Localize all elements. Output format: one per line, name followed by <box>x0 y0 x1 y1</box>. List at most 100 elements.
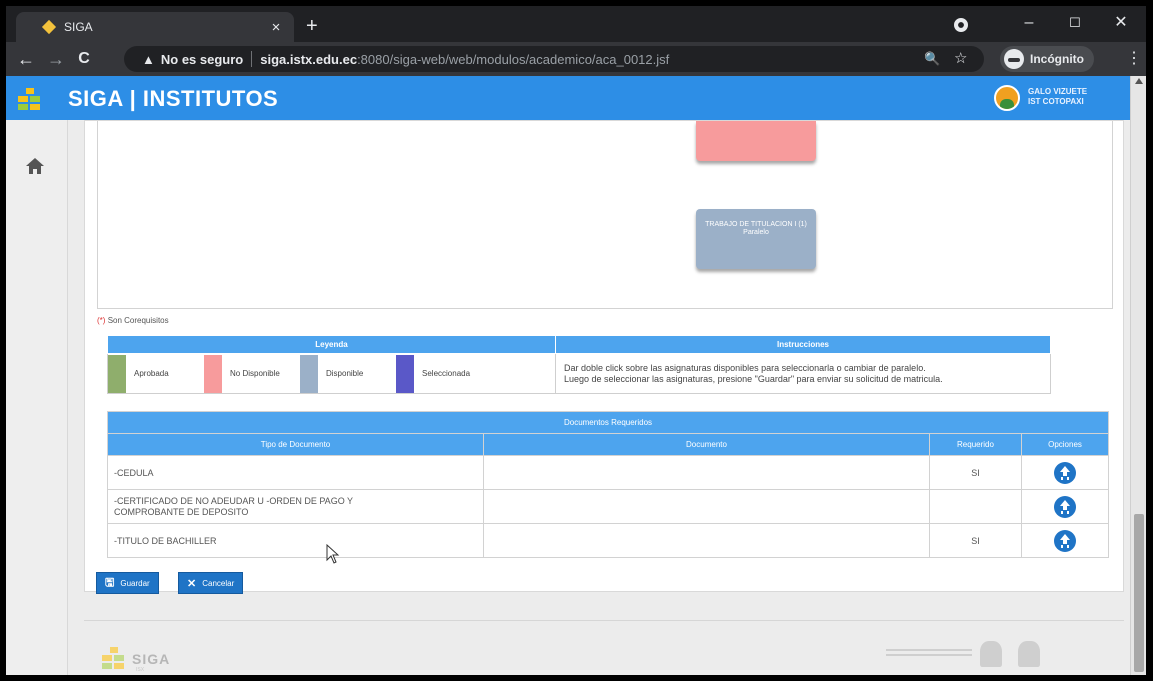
upload-icon[interactable] <box>1054 529 1076 552</box>
side-nav <box>6 120 68 675</box>
favicon-icon <box>41 19 57 35</box>
footer-logo-icon <box>102 647 126 669</box>
reload-button[interactable]: C <box>72 47 96 71</box>
prerequisite-text: Son Corequisitos <box>107 316 169 325</box>
document-type-text: -CERTIFICADO DE NO ADEUDAR U -ORDEN DE P… <box>114 495 353 517</box>
instructions-line-1: Dar doble click sobre las asignaturas di… <box>564 362 926 373</box>
curriculum-mesh: TRABAJO DE TITULACION I (1) Paralelo <box>97 121 1113 309</box>
siga-logo-icon[interactable] <box>18 88 42 110</box>
incognito-label: Incógnito <box>1030 52 1084 66</box>
options-cell <box>1021 523 1109 558</box>
mouse-cursor-icon <box>326 544 340 564</box>
legend-swatch <box>300 354 318 393</box>
document-file <box>483 489 930 524</box>
subject-box-available[interactable]: TRABAJO DE TITULACION I (1) Paralelo <box>696 209 816 269</box>
column-header: Documento <box>483 433 930 456</box>
user-org: IST COTOPAXI <box>1028 97 1084 106</box>
legend-header: Leyenda <box>107 335 556 354</box>
close-window-button[interactable]: ✕ <box>1104 10 1138 36</box>
app-title: SIGA | INSTITUTOS <box>68 86 279 111</box>
document-type: -CEDULA <box>107 455 484 490</box>
footer-brand-sub: ISX <box>136 667 145 673</box>
browser-menu-icon[interactable]: ⋮ <box>1126 46 1142 72</box>
upload-icon[interactable] <box>1054 461 1076 484</box>
address-bar[interactable]: ▲ No es seguro siga.istx.edu.ec :8080/si… <box>124 46 984 72</box>
coat-of-arms-icon <box>980 641 1002 667</box>
legend-table: Leyenda Instrucciones Aprobada No Disponi… <box>107 335 1051 394</box>
bookmark-star-icon[interactable]: ☆ <box>954 46 967 72</box>
incognito-badge[interactable]: Incógnito <box>1000 46 1094 72</box>
document-required: SI <box>929 455 1022 490</box>
prerequisite-note: (*) Son Corequisitos <box>97 316 169 325</box>
browser-tab[interactable]: SIGA × <box>16 12 294 42</box>
main-content: TRABAJO DE TITULACION I (1) Paralelo (*)… <box>68 120 1130 675</box>
options-cell <box>1021 489 1109 524</box>
legend-cell: Aprobada No Disponible Disponible Seleccion… <box>107 353 556 394</box>
save-icon: 🖫 <box>105 576 115 589</box>
tab-strip: SIGA × + – ☐ ✕ <box>6 6 1146 42</box>
profile-indicator-icon[interactable] <box>954 18 968 32</box>
save-label: Guardar <box>120 578 150 588</box>
options-cell <box>1021 455 1109 490</box>
document-file <box>483 523 930 558</box>
page-footer: SIGA ISX <box>84 620 1124 675</box>
app-header: SIGA | INSTITUTOS GALO VIZUETE IST COTOP… <box>6 76 1146 120</box>
browser-window: SIGA × + – ☐ ✕ ← → C ▲ No es seguro siga… <box>6 6 1146 675</box>
column-header: Tipo de Documento <box>107 433 484 456</box>
document-file <box>483 455 930 490</box>
browser-toolbar: ← → C ▲ No es seguro siga.istx.edu.ec :8… <box>6 42 1146 76</box>
save-button[interactable]: 🖫 Guardar <box>96 572 159 594</box>
scroll-up-icon[interactable] <box>1135 78 1143 84</box>
zoom-icon[interactable]: 🔍 <box>924 46 940 72</box>
instructions-text: Dar doble click sobre las asignaturas di… <box>555 353 1051 394</box>
prerequisite-marker: (*) <box>97 316 106 325</box>
legend-swatch <box>108 354 126 393</box>
minimize-button[interactable]: – <box>1012 10 1046 36</box>
document-type: -CERTIFICADO DE NO ADEUDAR U -ORDEN DE P… <box>107 489 484 524</box>
incognito-icon <box>1004 49 1024 69</box>
cancel-button[interactable]: ✕ Cancelar <box>178 572 244 594</box>
table-row: -CEDULA SI <box>107 455 1109 490</box>
insecure-label[interactable]: No es seguro <box>161 52 243 67</box>
national-seal-icon <box>1018 641 1040 667</box>
url-host: siga.istx.edu.ec <box>260 51 358 67</box>
table-row: -CERTIFICADO DE NO ADEUDAR U -ORDEN DE P… <box>107 489 1109 524</box>
legend-label: Seleccionada <box>422 369 471 378</box>
document-type: -TITULO DE BACHILLER <box>107 523 484 558</box>
cancel-icon: ✕ <box>187 577 197 590</box>
legend-label: Aprobada <box>134 369 169 378</box>
upload-icon[interactable] <box>1054 495 1076 518</box>
tab-close-icon[interactable]: × <box>268 19 284 36</box>
legend-swatch <box>204 354 222 393</box>
legend-swatch <box>396 354 414 393</box>
scrollbar-thumb[interactable] <box>1134 514 1144 672</box>
document-required <box>929 489 1022 524</box>
page-scrollbar[interactable] <box>1130 76 1146 675</box>
column-header: Requerido <box>929 433 1022 456</box>
maximize-button[interactable]: ☐ <box>1058 10 1092 36</box>
forward-button[interactable]: → <box>44 47 68 71</box>
footer-brand: SIGA <box>132 651 171 667</box>
table-row: -TITULO DE BACHILLER SI <box>107 523 1109 558</box>
warning-icon[interactable]: ▲ <box>142 52 155 67</box>
back-button[interactable]: ← <box>14 47 38 71</box>
instructions-header: Instrucciones <box>555 335 1051 354</box>
cancel-label: Cancelar <box>202 578 235 588</box>
url-path: :8080/siga-web/web/modulos/academico/aca… <box>357 51 670 67</box>
column-header: Opciones <box>1021 433 1109 456</box>
home-icon[interactable] <box>26 158 44 174</box>
new-tab-button[interactable]: + <box>306 14 318 38</box>
footer-institution-logo <box>886 649 972 661</box>
subject-box-unavailable[interactable] <box>696 121 816 161</box>
divider <box>251 51 253 67</box>
required-documents-table: Documentos Requeridos Tipo de Documento … <box>107 411 1109 558</box>
documents-title: Documentos Requeridos <box>107 411 1109 434</box>
instructions-line-2: Luego de seleccionar las asignaturas, pr… <box>564 373 943 384</box>
user-info[interactable]: GALO VIZUETE IST COTOPAXI <box>1028 87 1087 107</box>
legend-label: No Disponible <box>230 369 280 378</box>
legend-items: Aprobada No Disponible Disponible Seleccion… <box>108 354 555 393</box>
user-name: GALO VIZUETE <box>1028 87 1088 96</box>
document-required: SI <box>929 523 1022 558</box>
user-avatar[interactable] <box>994 85 1020 111</box>
legend-label: Disponible <box>326 369 364 378</box>
